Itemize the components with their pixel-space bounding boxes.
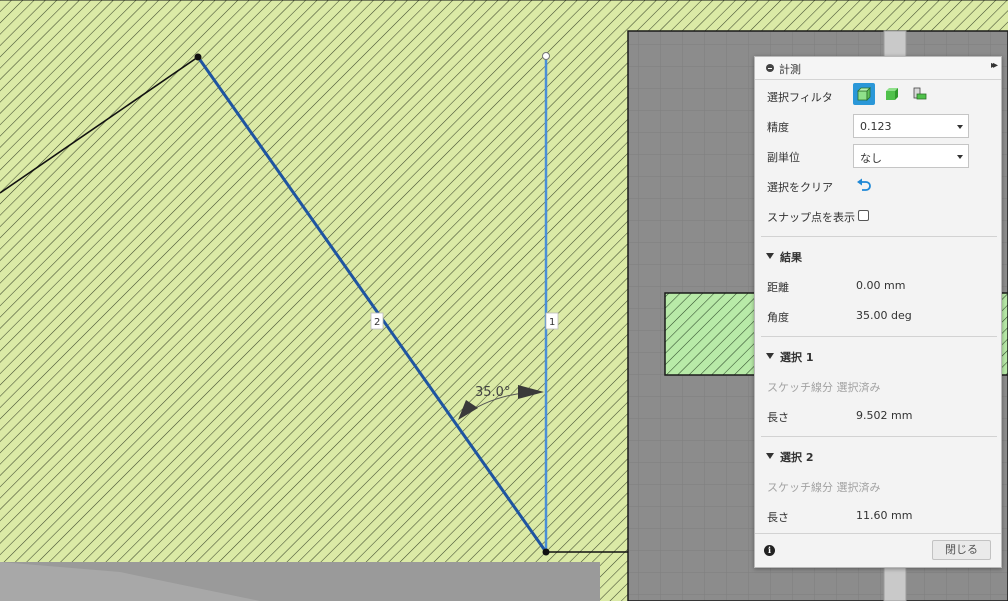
filter-body-button[interactable] xyxy=(853,83,875,105)
chevron-down-icon xyxy=(957,155,963,159)
selection-filter-row: 選択フィルタ xyxy=(755,81,1001,111)
subunit-row: 副単位 なし xyxy=(755,141,1001,171)
selection2-title: 選択 2 xyxy=(780,451,814,464)
clear-selection-row: 選択をクリア xyxy=(755,171,1001,201)
body-filter-icon xyxy=(857,87,871,101)
angle-label: 角度 xyxy=(767,311,789,324)
distance-label: 距離 xyxy=(767,281,789,294)
divider xyxy=(761,336,997,337)
subunit-select[interactable]: なし xyxy=(853,144,969,168)
subunit-label: 副単位 xyxy=(767,151,800,164)
collapse-triangle-icon xyxy=(766,453,774,459)
line-2-endpoint-top[interactable] xyxy=(194,53,202,61)
panel-header[interactable]: 計測 ▸▸ xyxy=(755,57,1001,80)
filter-face-button[interactable] xyxy=(881,83,903,105)
line-1-endpoint-top[interactable] xyxy=(542,52,550,60)
divider xyxy=(755,533,1001,534)
selection2-length-row: 長さ 11.60 mm xyxy=(755,501,1001,531)
snap-points-label: スナップ点を表示 xyxy=(767,211,855,224)
line-1-badge: 1 xyxy=(549,317,555,328)
collapse-triangle-icon xyxy=(766,253,774,259)
clear-selection-label: 選択をクリア xyxy=(767,181,833,194)
distance-row: 距離 0.00 mm xyxy=(755,271,1001,301)
shared-endpoint-bottom[interactable] xyxy=(542,548,550,556)
info-icon[interactable]: i xyxy=(764,545,775,556)
divider xyxy=(761,236,997,237)
results-title: 結果 xyxy=(780,251,802,264)
selection1-length-label: 長さ xyxy=(767,411,789,424)
selection1-section-header[interactable]: 選択 1 xyxy=(755,341,1001,371)
selection1-length-value: 9.502 mm xyxy=(856,409,913,422)
precision-select[interactable]: 0.123 xyxy=(853,114,969,138)
measure-panel: 計測 ▸▸ 選択フィルタ 精度 0.123 副単位 なし 選択をクリア スナップ… xyxy=(754,56,1002,568)
results-section-header[interactable]: 結果 xyxy=(755,241,1001,271)
collapse-icon[interactable] xyxy=(766,64,774,72)
line-2-badge: 2 xyxy=(374,317,380,328)
filter-edge-button[interactable] xyxy=(909,83,931,105)
precision-row: 精度 0.123 xyxy=(755,111,1001,141)
angle-row: 角度 35.00 deg xyxy=(755,301,1001,331)
undo-icon[interactable] xyxy=(856,178,872,192)
divider xyxy=(761,436,997,437)
selection1-status: スケッチ線分 選択済み xyxy=(767,381,881,394)
distance-value: 0.00 mm xyxy=(856,279,906,292)
precision-value: 0.123 xyxy=(860,120,892,133)
edge-filter-icon xyxy=(913,87,927,100)
selection2-section-header[interactable]: 選択 2 xyxy=(755,441,1001,471)
face-filter-icon xyxy=(886,88,898,100)
precision-label: 精度 xyxy=(767,121,789,134)
selection-filter-label: 選択フィルタ xyxy=(767,91,833,104)
selection1-title: 選択 1 xyxy=(780,351,814,364)
panel-title: 計測 xyxy=(779,63,801,76)
subunit-value: なし xyxy=(860,152,882,165)
snap-points-row: スナップ点を表示 xyxy=(755,201,1001,231)
selection2-length-label: 長さ xyxy=(767,511,789,524)
angle-value: 35.00 deg xyxy=(856,309,912,322)
collapse-triangle-icon xyxy=(766,353,774,359)
chevron-down-icon xyxy=(957,125,963,129)
selection2-length-value: 11.60 mm xyxy=(856,509,913,522)
selection1-status-row: スケッチ線分 選択済み xyxy=(755,371,1001,401)
selection1-length-row: 長さ 9.502 mm xyxy=(755,401,1001,431)
snap-points-checkbox[interactable] xyxy=(858,210,869,221)
selection2-status-row: スケッチ線分 選択済み xyxy=(755,471,1001,501)
selection2-status: スケッチ線分 選択済み xyxy=(767,481,881,494)
angle-dimension-text: 35.0° xyxy=(475,385,510,400)
close-button[interactable]: 閉じる xyxy=(932,540,991,560)
expand-panel-icon[interactable]: ▸▸ xyxy=(991,60,998,71)
